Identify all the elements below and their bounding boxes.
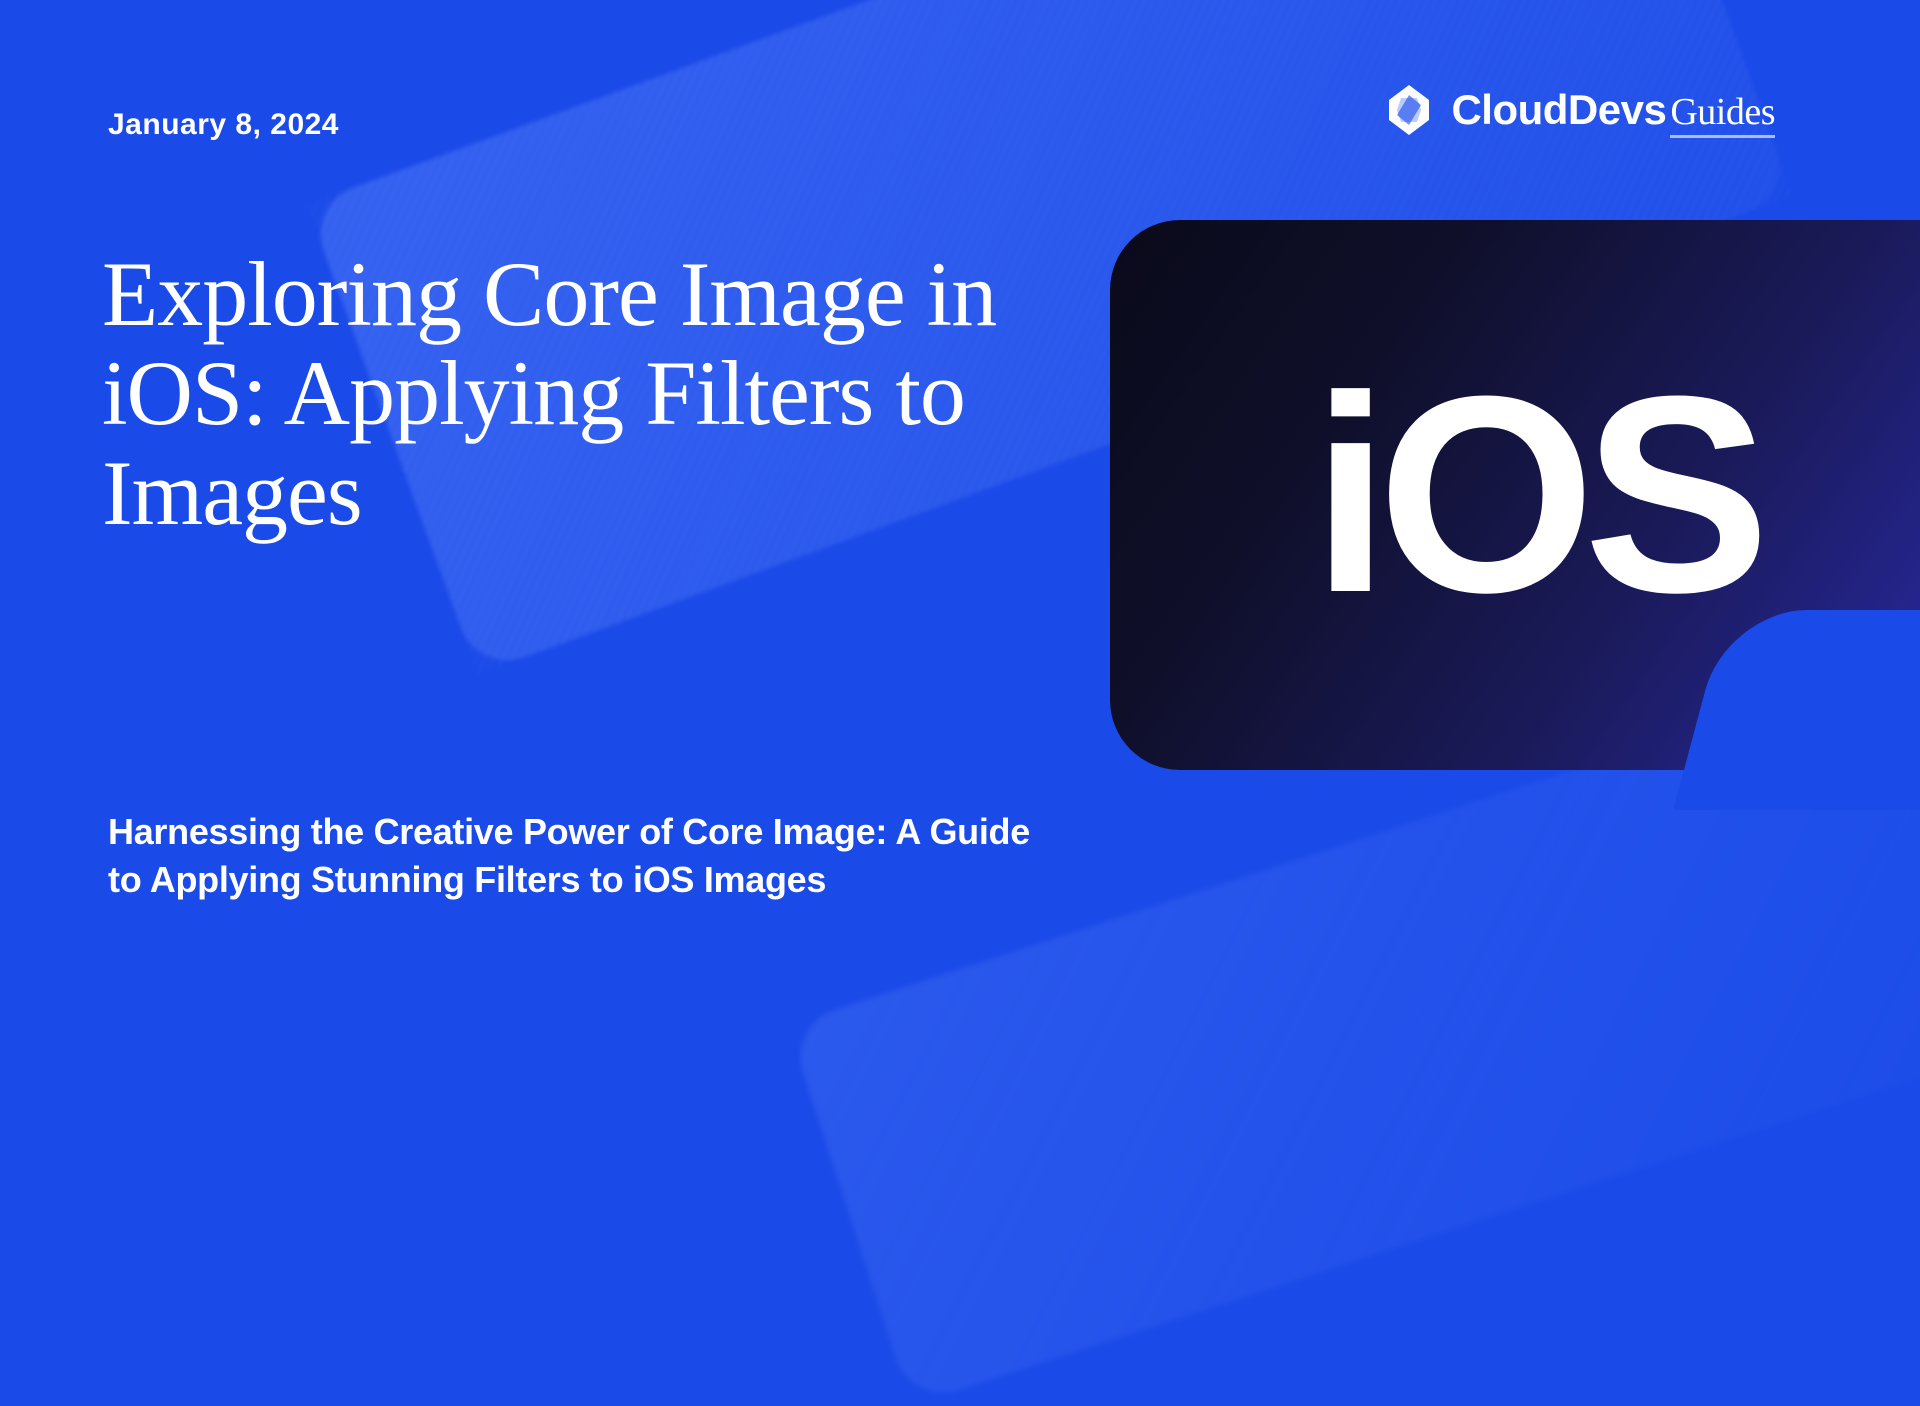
brand-logo: CloudDevsGuides (1379, 80, 1775, 140)
page-subtitle: Harnessing the Creative Power of Core Im… (108, 808, 1038, 905)
clouddevs-icon (1379, 80, 1439, 140)
brand-name: CloudDevsGuides (1451, 86, 1775, 134)
brand-suffix: Guides (1670, 91, 1775, 138)
brand-text: CloudDevs (1451, 86, 1666, 133)
page-title: Exploring Core Image in iOS: Applying Fi… (102, 245, 1102, 543)
publish-date: January 8, 2024 (108, 108, 339, 142)
ios-badge-card: iOS (1110, 220, 1920, 770)
ios-label: iOS (1312, 335, 1758, 656)
